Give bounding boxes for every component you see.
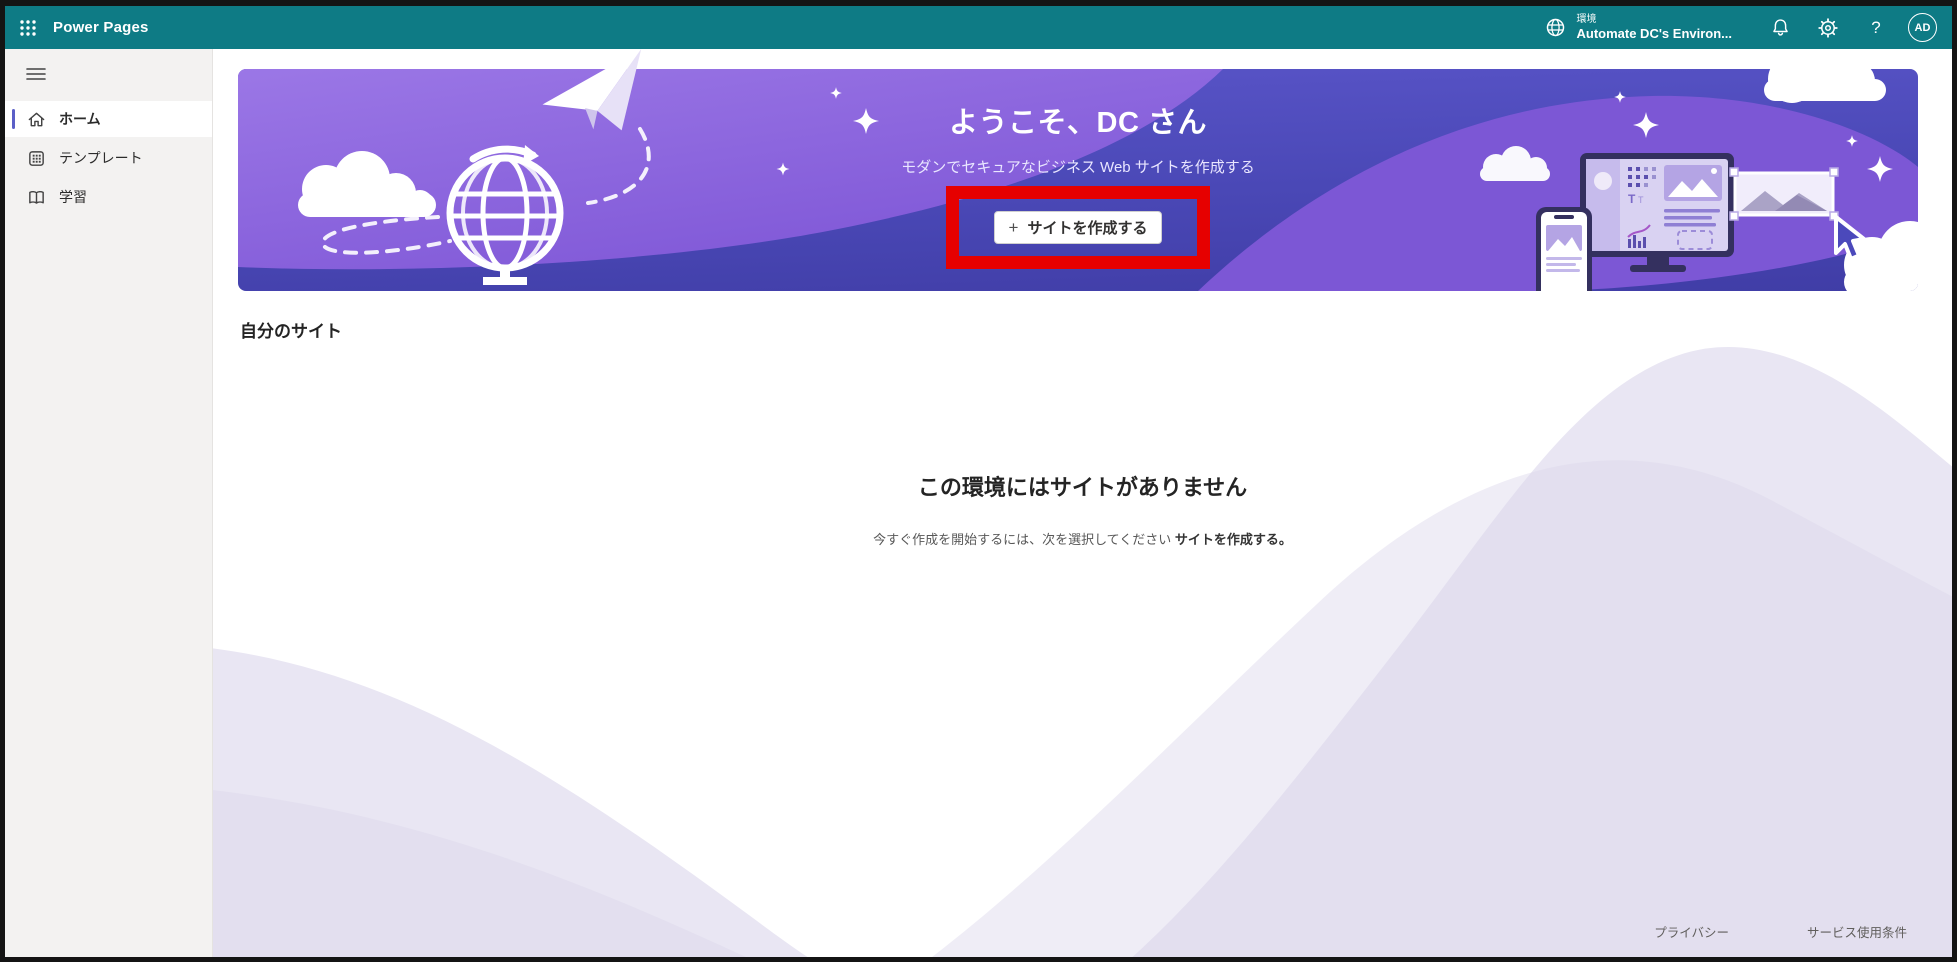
privacy-link[interactable]: プライバシー <box>1654 922 1729 941</box>
book-icon <box>29 190 44 204</box>
cloud-top-right <box>1764 69 1886 103</box>
sidebar-item-templates[interactable]: テンプレート <box>5 140 212 176</box>
main-content: T T ようこそ、DC さん モダンでセキュアなビジネス Web サイトを作成す… <box>213 49 1952 957</box>
collapse-nav-button[interactable] <box>26 67 48 81</box>
empty-state-hint-text: 今すぐ作成を開始するには、次を選択してください <box>873 532 1175 547</box>
sidebar-item-home[interactable]: ホーム <box>5 101 212 137</box>
empty-state: この環境にはサイトがありません 今すぐ作成を開始するには、次を選択してください … <box>213 470 1952 548</box>
sidebar-item-label: テンプレート <box>59 150 143 166</box>
selected-indicator <box>12 109 15 129</box>
svg-text:T: T <box>1638 195 1644 205</box>
help-icon: ? <box>1871 17 1881 37</box>
footer: プライバシー サービス使用条件 <box>1654 922 1907 941</box>
sidebar-item-label: 学習 <box>59 189 87 205</box>
monitor-illustration: T T <box>1580 153 1734 272</box>
phone-illustration <box>1536 207 1592 291</box>
environment-picker-button[interactable]: 環境 Automate DC's Environ... <box>1521 6 1757 49</box>
environment-icon <box>1546 18 1564 37</box>
empty-state-hint-bold: サイトを作成する。 <box>1174 532 1292 547</box>
environment-name: Automate DC's Environ... <box>1576 25 1733 41</box>
monitor-image-card <box>1664 165 1722 201</box>
topbar-actions: 環境 Automate DC's Environ... ? AD <box>1521 6 1953 49</box>
empty-state-title: この環境にはサイトがありません <box>917 475 1248 500</box>
top-app-bar: Power Pages 環境 Automate DC's Environ... <box>5 6 1952 49</box>
paper-plane-illustration <box>542 49 642 131</box>
sidebar-item-label: ホーム <box>59 111 101 127</box>
welcome-title: ようこそ、DC さん <box>949 107 1207 139</box>
waffle-icon <box>20 19 36 36</box>
welcome-banner: T T ようこそ、DC さん モダンでセキュアなビジネス Web サイトを作成す… <box>238 49 1918 291</box>
plus-icon: + <box>1008 218 1019 237</box>
settings-button[interactable] <box>1804 6 1852 49</box>
account-avatar[interactable]: AD <box>1908 13 1937 42</box>
sidebar-item-learn[interactable]: 学習 <box>5 179 212 215</box>
left-navigation: ホーム テンプレート 学習 <box>5 49 213 957</box>
bell-icon <box>1772 19 1788 36</box>
empty-state-hint: 今すぐ作成を開始するには、次を選択してください サイトを作成する。 <box>213 529 1952 548</box>
gear-icon <box>1818 17 1838 38</box>
environment-text: 環境 Automate DC's Environ... <box>1577 14 1733 42</box>
app-launcher-button[interactable] <box>5 6 51 49</box>
create-site-button[interactable]: + サイトを作成する <box>993 211 1163 244</box>
environment-label: 環境 <box>1576 13 1597 25</box>
avatar-initials: AD <box>1914 21 1931 34</box>
help-button[interactable]: ? <box>1852 6 1900 49</box>
svg-text:T: T <box>1628 192 1636 206</box>
app-title: Power Pages <box>53 19 149 36</box>
templates-icon <box>29 150 44 166</box>
terms-link[interactable]: サービス使用条件 <box>1807 922 1907 941</box>
home-icon <box>28 112 45 126</box>
highlight-annotation-box: + サイトを作成する <box>945 186 1211 269</box>
selected-image-card <box>1729 167 1839 221</box>
app-window: Power Pages 環境 Automate DC's Environ... <box>5 6 1952 957</box>
create-site-button-label: サイトを作成する <box>1027 220 1148 237</box>
hamburger-icon <box>26 68 46 80</box>
notifications-button[interactable] <box>1756 6 1804 49</box>
my-sites-heading: 自分のサイト <box>240 322 342 341</box>
welcome-subtitle: モダンでセキュアなビジネス Web サイトを作成する <box>901 159 1255 176</box>
